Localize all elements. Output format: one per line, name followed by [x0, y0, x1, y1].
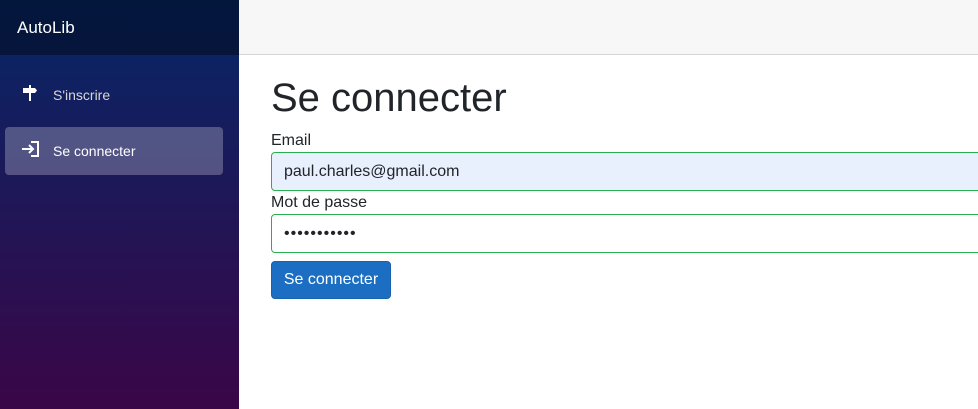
- sidebar: AutoLib S'inscrire Se connecter: [0, 0, 239, 409]
- signpost-icon: [23, 85, 37, 101]
- login-button[interactable]: Se connecter: [271, 261, 391, 299]
- password-label: Mot de passe: [271, 194, 368, 211]
- login-icon: [22, 141, 39, 157]
- brand-link[interactable]: AutoLib: [17, 18, 75, 38]
- sidebar-item-label: S'inscrire: [53, 87, 111, 103]
- email-field[interactable]: [271, 152, 978, 191]
- sidebar-item-label: Se connecter: [53, 143, 136, 159]
- sidebar-item-sinscrire[interactable]: S'inscrire: [5, 71, 223, 119]
- password-field[interactable]: [271, 214, 978, 253]
- sidebar-item-se-connecter[interactable]: Se connecter: [5, 127, 223, 175]
- email-label: Email: [271, 132, 312, 149]
- brand-bar: AutoLib: [0, 0, 239, 55]
- top-bar: [239, 0, 978, 55]
- page-title: Se connecter: [271, 76, 507, 120]
